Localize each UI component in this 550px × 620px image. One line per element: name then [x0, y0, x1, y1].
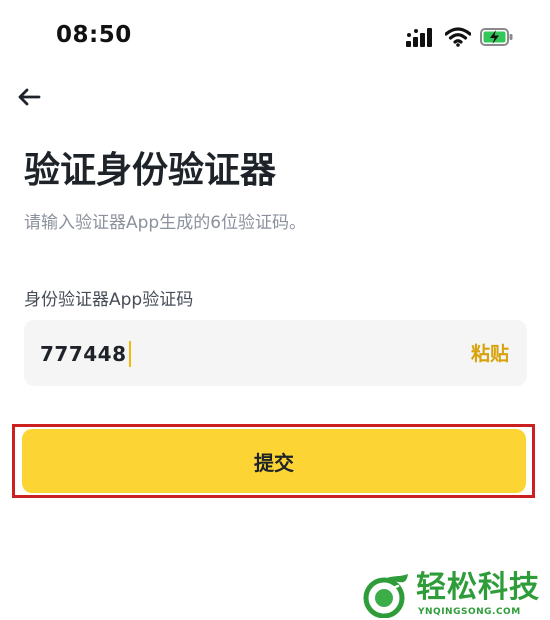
authenticator-code-input[interactable]: 777448 粘贴: [24, 320, 527, 386]
code-input-value: 777448: [40, 342, 127, 366]
wifi-icon: [445, 27, 471, 47]
code-input-value-wrap: 777448: [40, 340, 131, 368]
watermark-url: YNQINGSONG.COM: [418, 607, 521, 617]
cellular-signal-icon: [406, 27, 436, 47]
watermark-title: 轻松科技: [416, 570, 540, 605]
back-button[interactable]: [14, 84, 44, 114]
leaf-logo-icon: [362, 572, 412, 620]
field-label: 身份验证器App验证码: [24, 290, 194, 310]
submit-label: 提交: [254, 450, 294, 475]
status-bar: 08:50: [0, 0, 550, 72]
verify-authenticator-screen: 08:50 验证身份验证器 请输入验证器App生成的6位验证码。 身份验证器Ap…: [0, 0, 550, 620]
submit-button[interactable]: 提交: [22, 429, 526, 493]
paste-button[interactable]: 粘贴: [471, 340, 509, 368]
status-icons: [406, 24, 514, 50]
page-title: 验证身份验证器: [24, 150, 277, 191]
page-subtitle: 请输入验证器App生成的6位验证码。: [24, 213, 307, 233]
status-time: 08:50: [56, 22, 132, 48]
battery-charging-icon: [480, 27, 514, 47]
text-caret: [128, 341, 131, 367]
back-arrow-icon: [17, 87, 41, 111]
watermark: 轻松科技 YNQINGSONG.COM: [362, 570, 548, 620]
